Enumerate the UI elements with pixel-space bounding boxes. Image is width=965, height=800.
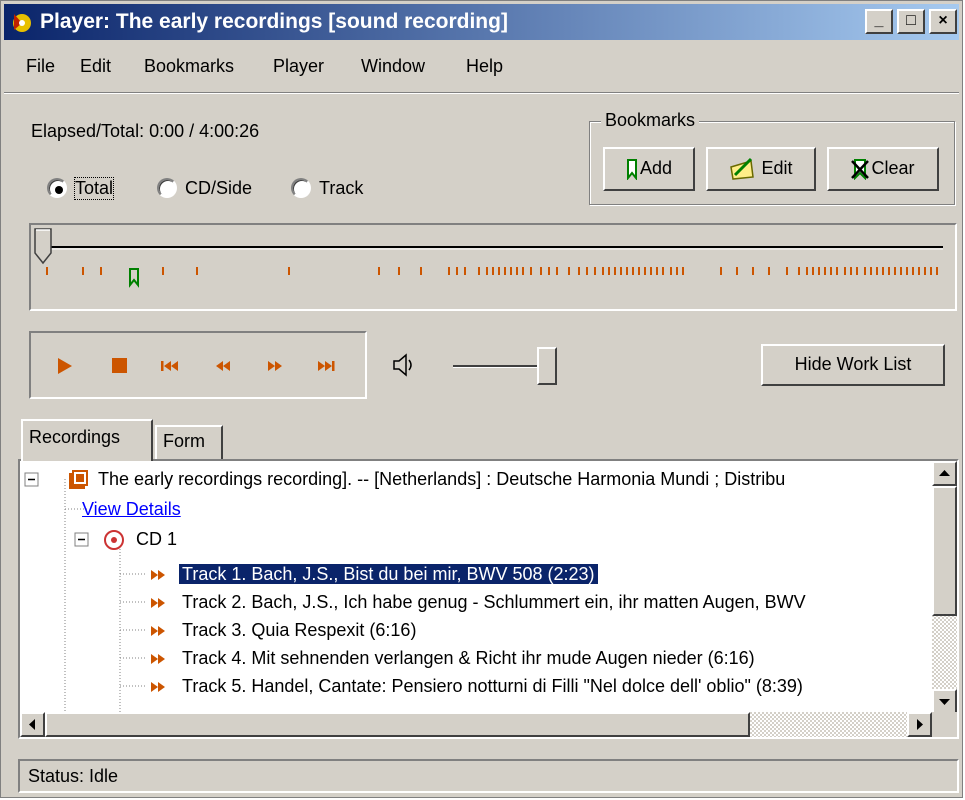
elapsed-value: 0:00 / 4:00:26 — [149, 121, 260, 141]
track-label: Track 3. Quia Respexit (6:16) — [182, 620, 417, 640]
bookmark-add-icon — [626, 159, 637, 181]
horizontal-scrollbar[interactable] — [20, 712, 932, 737]
transport-controls — [29, 331, 367, 399]
radio-circle — [157, 178, 177, 198]
track-markers — [46, 267, 938, 275]
menu-window[interactable]: Window — [361, 56, 425, 77]
clear-label: Clear — [871, 158, 915, 178]
view-details-link[interactable]: View Details — [82, 497, 181, 521]
bookmark-marker-icon[interactable] — [129, 268, 139, 288]
radio-circle — [47, 178, 67, 198]
speaker-icon — [393, 353, 412, 377]
app-logo-icon — [13, 14, 31, 32]
scroll-corner — [932, 712, 957, 737]
cd-label: CD 1 — [136, 529, 178, 549]
title-bar[interactable]: Player: The early recordings [sound reco… — [4, 4, 959, 40]
add-bookmark-button[interactable]: Add — [603, 147, 695, 191]
play-icon[interactable] — [49, 353, 81, 379]
clear-bookmarks-button[interactable]: Clear — [827, 147, 939, 191]
radio-circle — [291, 178, 311, 198]
status-bar: Status: Idle — [18, 759, 959, 793]
track-item-3[interactable]: Track 3. Quia Respexit (6:16) — [150, 618, 416, 642]
status-text: Status: Idle — [28, 766, 119, 786]
tab-recordings[interactable]: Recordings — [21, 419, 153, 461]
window-title: Player: The early recordings [sound reco… — [40, 10, 508, 33]
menu-edit[interactable]: Edit — [80, 56, 111, 77]
track-arrow-icon — [151, 682, 165, 693]
cd-icon — [104, 530, 125, 551]
rewind-icon[interactable] — [207, 353, 239, 379]
menu-help[interactable]: Help — [466, 56, 503, 77]
edit-label: Edit — [761, 158, 793, 178]
menu-player[interactable]: Player — [273, 56, 324, 77]
minimize-button[interactable]: _ — [865, 9, 893, 34]
edit-bookmark-icon — [730, 158, 755, 181]
skip-back-icon[interactable] — [155, 353, 187, 379]
menu-file[interactable]: File — [26, 56, 55, 77]
track-item-2[interactable]: Track 2. Bach, J.S., Ich habe genug - Sc… — [150, 590, 806, 614]
elapsed-time: Elapsed/Total: 0:00 / 4:00:26 — [31, 121, 259, 142]
tree-cd-node[interactable]: CD 1 — [74, 527, 177, 551]
track-item-4[interactable]: Track 4. Mit sehnenden verlangen & Richt… — [150, 646, 755, 670]
track-label: Track 1. Bach, J.S., Bist du bei mir, BW… — [178, 563, 599, 585]
timeline-graphic — [34, 228, 943, 288]
volume-thumb[interactable] — [537, 347, 557, 385]
edit-bookmark-button[interactable]: Edit — [706, 147, 816, 191]
clear-bookmark-icon — [851, 159, 870, 181]
track-label: Track 4. Mit sehnenden verlangen & Richt… — [182, 648, 755, 668]
track-label: Track 2. Bach, J.S., Ich habe genug - Sc… — [182, 592, 806, 612]
arrow-up-icon — [939, 470, 950, 476]
radio-track-label: Track — [319, 178, 364, 198]
menu-bookmarks[interactable]: Bookmarks — [144, 56, 234, 77]
collapse-icon[interactable] — [24, 472, 40, 488]
arrow-right-icon — [917, 719, 923, 730]
maximize-button[interactable]: □ — [897, 9, 925, 34]
track-item-5[interactable]: Track 5. Handel, Cantate: Pensiero nottu… — [150, 674, 803, 698]
skip-forward-icon[interactable] — [311, 353, 343, 379]
fast-forward-icon[interactable] — [259, 353, 291, 379]
timeline-thumb[interactable] — [34, 228, 52, 265]
scroll-down-button[interactable] — [932, 689, 957, 714]
elapsed-label: Elapsed/Total: — [31, 121, 145, 141]
timeline-slider[interactable] — [29, 223, 957, 311]
radio-cd-side-label: CD/Side — [185, 178, 253, 198]
track-label: Track 5. Handel, Cantate: Pensiero nottu… — [182, 676, 803, 696]
scroll-up-button[interactable] — [932, 461, 957, 486]
arrow-down-icon — [939, 699, 950, 705]
collapse-icon[interactable] — [74, 532, 90, 548]
volume-slider[interactable] — [453, 347, 563, 387]
recordings-tree: The early recordings recording]. -- [Net… — [18, 459, 959, 739]
arrow-left-icon — [29, 719, 35, 730]
menu-separator — [4, 92, 959, 94]
vertical-scroll-thumb[interactable] — [932, 486, 957, 616]
track-arrow-icon — [151, 654, 165, 665]
vertical-scrollbar[interactable] — [932, 461, 957, 714]
close-button[interactable]: × — [929, 9, 957, 34]
add-label: Add — [639, 158, 673, 178]
track-arrow-icon — [151, 626, 165, 637]
horizontal-scroll-thumb[interactable] — [45, 712, 750, 737]
hide-work-list-button[interactable]: Hide Work List — [761, 344, 945, 386]
track-arrow-icon — [151, 598, 165, 609]
track-item-1[interactable]: Track 1. Bach, J.S., Bist du bei mir, BW… — [150, 562, 599, 586]
radio-total-label: Total — [73, 177, 115, 200]
stop-icon[interactable] — [103, 353, 135, 379]
scroll-right-button[interactable] — [907, 712, 932, 737]
player-window: Player: The early recordings [sound reco… — [0, 0, 963, 798]
tree-root-node[interactable]: The early recordings recording]. -- [Net… — [24, 467, 785, 491]
tab-form[interactable]: Form — [155, 425, 223, 459]
root-label: The early recordings recording]. -- [Net… — [98, 469, 786, 489]
view-details-label: View Details — [82, 499, 181, 519]
bookmarks-group-title: Bookmarks — [601, 110, 700, 131]
recording-icon — [69, 470, 89, 490]
track-arrow-icon — [151, 570, 165, 581]
tree-content: The early recordings recording]. -- [Net… — [20, 461, 930, 714]
scroll-left-button[interactable] — [20, 712, 45, 737]
